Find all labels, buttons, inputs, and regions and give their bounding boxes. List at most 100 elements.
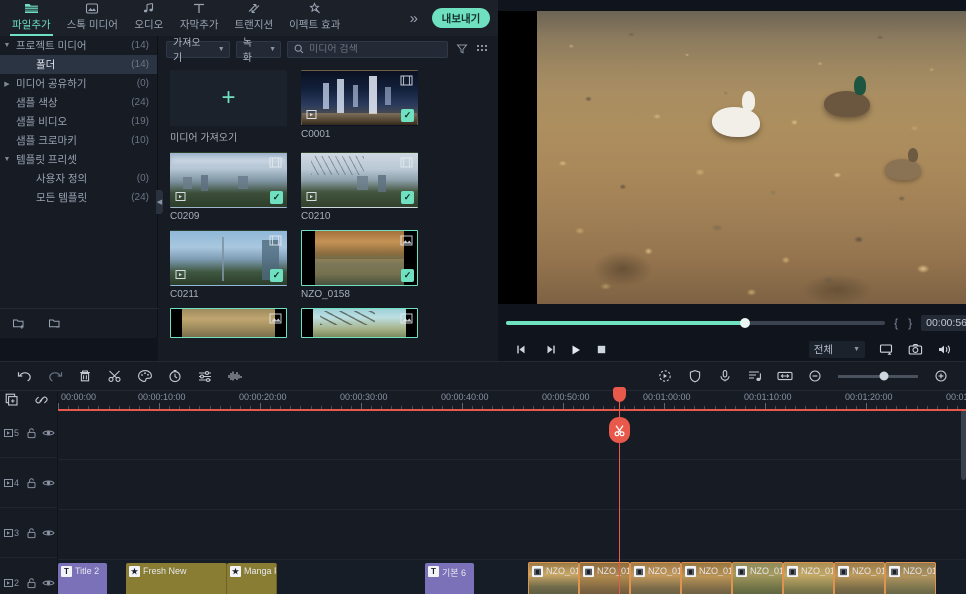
redo-icon[interactable] [40,363,70,389]
scrollbar-thumb[interactable] [961,410,966,480]
timeline-clip[interactable]: ▣ NZO_01 [885,562,936,594]
add-folder-icon[interactable] [12,317,26,330]
media-item[interactable]: ✓ C0209 [170,152,287,222]
panel-collapse-handle[interactable]: ◀ [156,190,163,214]
timeline-zoom-handle[interactable] [879,371,889,381]
video-preview-stage[interactable] [498,11,966,304]
media-thumbnail[interactable]: ✓ [301,230,418,286]
motion-tracking-icon[interactable] [650,363,680,389]
timeline-clip[interactable]: ▣ NZO_01 [783,562,834,594]
voiceover-mic-icon[interactable] [710,363,740,389]
media-item[interactable]: ✓ C0211 [170,230,287,300]
media-item[interactable]: ✓ C0210 [301,152,418,222]
import-media-cell[interactable]: + 미디어 가져오기 [170,70,287,144]
track-header[interactable]: 5 [0,408,57,458]
track-header[interactable]: 2 [0,558,57,594]
preview-play-icon[interactable] [175,269,188,281]
add-media-track-icon[interactable] [5,393,20,407]
filter-icon[interactable] [454,42,469,57]
speed-timer-icon[interactable] [160,363,190,389]
sidebar-item-all-templates[interactable]: 모든 템플릿 (24) [0,188,157,207]
mark-out-button[interactable]: } [907,316,913,330]
media-item[interactable]: ✓ C0001 [301,70,418,144]
timeline-clip[interactable]: ★ Manga F [227,563,277,594]
preview-play-icon[interactable] [175,191,188,203]
media-thumbnail[interactable]: ✓ [301,70,418,126]
mask-shield-icon[interactable] [680,363,710,389]
remove-folder-icon[interactable] [48,317,62,330]
track-row[interactable]: T Title 2 ★ Fresh New ★ Manga F T 기본 6 ▣ [58,560,966,594]
timeline-clip[interactable]: ▣ NZO_01 [579,562,630,594]
media-item[interactable]: ✓ NZO_0158 [301,230,418,300]
unlock-icon[interactable] [23,427,40,439]
sidebar-item-template-preset[interactable]: ▼ 템플릿 프리셋 [0,150,157,169]
unlock-icon[interactable] [23,577,40,589]
tab-audio[interactable]: 오디오 [126,0,172,36]
timeline-clip[interactable]: ▣ NZO_01 [528,562,579,594]
screen-cast-icon[interactable] [879,343,894,356]
eye-icon[interactable] [40,428,57,438]
camera-icon[interactable] [908,343,923,356]
adjust-sliders-icon[interactable] [190,363,220,389]
sidebar-item-folder[interactable]: 폴더 (14) [0,55,157,74]
timeline-clip[interactable]: ▣ NZO_01 [732,562,783,594]
timeline-clip[interactable]: T 기본 6 [425,563,474,594]
audio-waveform-icon[interactable] [220,363,250,389]
sidebar-item-shared-media[interactable]: ▶ 미디어 공유하기 (0) [0,74,157,93]
marker-range-icon[interactable] [770,363,800,389]
chevron-down-icon[interactable]: ▼ [0,156,14,163]
timeline-clip[interactable]: ▣ NZO_01 [681,562,732,594]
more-tabs-button[interactable]: » [410,10,418,27]
media-item[interactable] [301,308,418,338]
media-thumbnail[interactable] [170,308,287,338]
timeline-vertical-scrollbar[interactable] [961,410,966,594]
export-button[interactable]: 내보내기 [432,8,490,28]
split-scissors-icon[interactable] [100,363,130,389]
sidebar-item-sample-chromakey[interactable]: 샘플 크로마키 (10) [0,131,157,150]
chevron-down-icon[interactable]: ▼ [0,42,14,49]
eye-icon[interactable] [40,478,57,488]
media-thumbnail[interactable]: ✓ [301,152,418,208]
seek-slider[interactable] [506,318,886,328]
sidebar-item-custom[interactable]: 사용자 정의 (0) [0,169,157,188]
timeline-clip[interactable]: ▣ NZO_01 [630,562,681,594]
media-thumbnail[interactable]: ✓ [170,152,287,208]
tab-effects[interactable]: 이펙트 효과 [281,0,348,36]
timeline-zoom-slider[interactable] [838,371,918,381]
mark-in-button[interactable]: { [893,316,899,330]
timeline-clip[interactable]: ★ Fresh New [126,563,227,594]
import-dropdown[interactable]: 가져오기 ▼ [166,38,230,64]
unlock-icon[interactable] [23,527,40,539]
media-item[interactable] [170,308,287,338]
tab-subtitle[interactable]: 자막추가 [172,0,227,36]
sidebar-item-sample-video[interactable]: 샘플 비디오 (19) [0,112,157,131]
track-row[interactable] [58,510,966,560]
timeline-clip[interactable]: T Title 2 [58,563,107,594]
tab-stock-media[interactable]: 스톡 미디어 [59,0,126,36]
track-header[interactable]: 4 [0,458,57,508]
timeline-ruler[interactable]: 00:00:00 00:00:10:00 00:00:20:00 00:00:3… [58,391,966,410]
delete-icon[interactable] [70,363,100,389]
preview-play-icon[interactable] [306,109,319,121]
aspect-ratio-dropdown[interactable]: 전체 ▼ [808,341,865,358]
tab-file-add[interactable]: 파일추가 [4,0,59,36]
sidebar-item-sample-color[interactable]: 샘플 색상 (24) [0,93,157,112]
playhead-split-button[interactable] [609,417,630,443]
track-row[interactable] [58,410,966,460]
track-header[interactable]: 3 [0,508,57,558]
search-input[interactable] [309,43,442,55]
media-thumbnail[interactable]: ✓ [170,230,287,286]
chevron-right-icon[interactable]: ▶ [0,80,14,88]
import-media-dropzone[interactable]: + [170,70,287,126]
stop-icon[interactable] [596,344,607,355]
record-dropdown[interactable]: 녹화 ▼ [235,38,282,64]
audio-mixer-icon[interactable] [740,363,770,389]
eye-icon[interactable] [40,528,57,538]
volume-icon[interactable] [937,343,952,356]
sidebar-item-project-media[interactable]: ▼ 프로젝트 미디어 (14) [0,36,157,55]
seek-handle[interactable] [739,318,750,328]
grid-view-icon[interactable] [475,42,490,57]
next-frame-icon[interactable] [543,344,556,355]
prev-frame-icon[interactable] [516,344,529,355]
track-row[interactable] [58,460,966,510]
